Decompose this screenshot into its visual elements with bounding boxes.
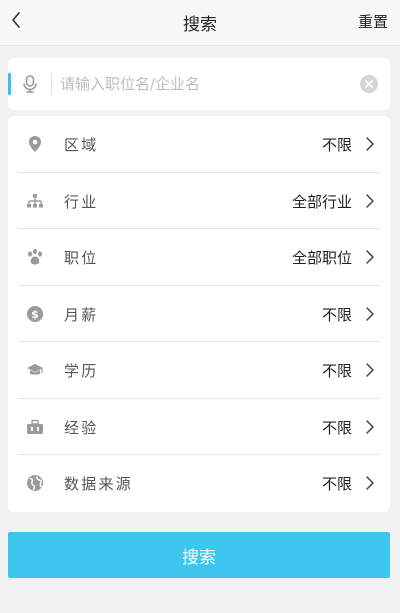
location-pin-icon [26, 135, 44, 153]
chevron-right-icon [366, 306, 374, 321]
filter-row-industry[interactable]: 行业 全部行业 [8, 173, 390, 229]
chevron-right-icon [366, 137, 374, 151]
filter-label: 区域 [64, 136, 99, 154]
filter-value: 不限 [321, 362, 352, 380]
filter-value: 全部职位 [291, 249, 352, 267]
org-chart-icon [26, 192, 44, 210]
briefcase-icon [26, 418, 44, 436]
svg-text:$: $ [31, 308, 39, 321]
filter-value: 不限 [321, 418, 352, 437]
search-divider [51, 73, 52, 95]
filter-row-position[interactable]: 职位 全部职位 [8, 229, 390, 286]
filter-value: 不限 [321, 475, 352, 493]
filter-label: 职位 [64, 249, 99, 267]
filter-label: 行业 [64, 192, 99, 211]
filter-label: 学历 [64, 362, 99, 380]
filter-row-education[interactable]: 学历 不限 [8, 342, 390, 399]
chevron-right-icon [366, 476, 374, 490]
chevron-right-icon [366, 419, 374, 434]
voice-search-button[interactable] [20, 74, 40, 94]
filter-row-experience[interactable]: 经验 不限 [8, 399, 390, 455]
chevron-right-icon [366, 193, 374, 208]
search-input[interactable] [60, 70, 350, 98]
clear-search-button[interactable] [360, 75, 378, 93]
filter-label: 数据来源 [64, 475, 134, 493]
globe-icon [26, 474, 44, 492]
reset-button[interactable]: 重置 [358, 11, 388, 32]
search-box [8, 58, 390, 110]
filter-label: 经验 [64, 418, 99, 437]
paw-icon [26, 248, 44, 266]
clear-circle-icon [365, 80, 373, 88]
filter-row-data-source[interactable]: 数据来源 不限 [8, 455, 390, 512]
filter-label: 月薪 [64, 305, 99, 324]
navbar: 搜索 重置 [0, 0, 400, 46]
search-accent-bar [8, 73, 11, 95]
filter-value: 不限 [321, 305, 352, 324]
page-title: 搜索 [183, 15, 217, 35]
chevron-right-icon [366, 250, 374, 264]
filter-row-region[interactable]: 区域 不限 [8, 116, 390, 173]
search-submit-button[interactable]: 搜索 [8, 532, 390, 578]
filter-row-salary[interactable]: $ 月薪 不限 [8, 286, 390, 342]
filter-value: 不限 [321, 136, 352, 154]
filter-value: 全部行业 [291, 192, 352, 211]
filter-list: 区域 不限 行业 全部行业 职位 全部职位 $ 月薪 不限 学历 不限 经验 不… [8, 116, 390, 512]
microphone-icon [23, 75, 37, 93]
chevron-right-icon [366, 363, 374, 377]
graduation-cap-icon [26, 361, 44, 379]
dollar-coin-icon: $ [26, 305, 44, 323]
